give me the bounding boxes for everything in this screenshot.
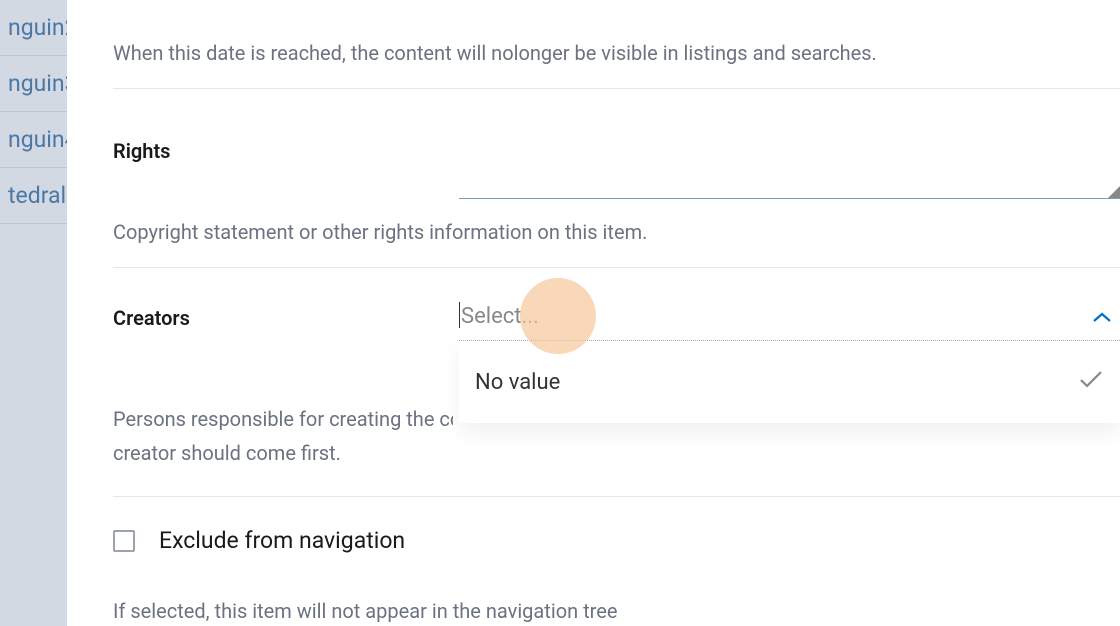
- rights-textarea[interactable]: [459, 171, 1120, 199]
- text-caret: [459, 302, 460, 328]
- rights-helper-text: Copyright statement or other rights info…: [113, 217, 1120, 247]
- option-label: No value: [475, 370, 560, 395]
- sidebar-item[interactable]: nguin2: [0, 0, 67, 56]
- main-form: When this date is reached, the content w…: [67, 0, 1120, 626]
- expiry-helper-text: When this date is reached, the content w…: [113, 38, 1120, 68]
- creators-placeholder: Select...: [461, 304, 539, 329]
- exclude-nav-helper-text: If selected, this item will not appear i…: [113, 596, 1120, 626]
- exclude-nav-checkbox[interactable]: [113, 530, 135, 552]
- creators-helper-text-line2: creator should come first.: [113, 438, 1120, 468]
- rights-section: Rights Copyright statement or other righ…: [113, 119, 1120, 268]
- sidebar-item[interactable]: nguin3: [0, 56, 67, 112]
- rights-label: Rights: [113, 139, 459, 163]
- creators-dropdown: No value: [459, 340, 1120, 423]
- expiry-section: When this date is reached, the content w…: [113, 0, 1120, 89]
- creators-option-no-value[interactable]: No value: [459, 341, 1120, 423]
- sidebar: nguin2 nguin3 nguin4 tedral: [0, 0, 67, 626]
- exclude-nav-section: Exclude from navigation If selected, thi…: [113, 527, 1120, 626]
- sidebar-item[interactable]: nguin4: [0, 112, 67, 168]
- creators-section: Creators Select... No value: [113, 288, 1120, 497]
- exclude-nav-label[interactable]: Exclude from navigation: [159, 527, 405, 554]
- creators-helper-text-line1: Persons responsible for creating the con…: [113, 404, 453, 434]
- creators-label: Creators: [113, 306, 459, 330]
- creators-select[interactable]: Select... No value: [459, 296, 1120, 338]
- sidebar-item[interactable]: tedral: [0, 168, 67, 224]
- creators-select-input[interactable]: Select...: [459, 296, 1120, 338]
- chevron-up-icon[interactable]: [1092, 310, 1112, 329]
- checkmark-icon: [1078, 369, 1104, 395]
